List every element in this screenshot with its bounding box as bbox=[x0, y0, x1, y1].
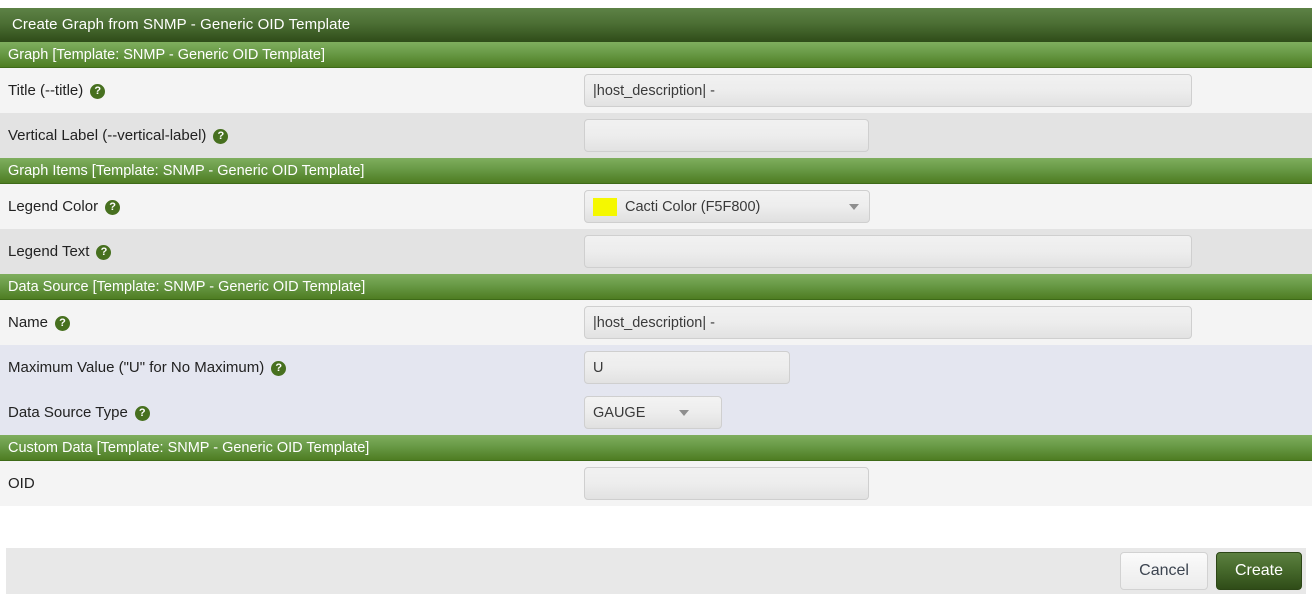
label-cell-maximum-value: Maximum Value ("U" for No Maximum) ? bbox=[0, 359, 584, 376]
field-cell-oid bbox=[584, 467, 1312, 500]
legend-color-value: Cacti Color (F5F800) bbox=[625, 198, 761, 215]
section-header-data-source: Data Source [Template: SNMP - Generic OI… bbox=[0, 274, 1312, 300]
help-icon-vertical-label[interactable]: ? bbox=[213, 129, 229, 144]
dialog-action-bar: Cancel Create bbox=[6, 548, 1306, 594]
dialog-title: Create Graph from SNMP - Generic OID Tem… bbox=[0, 8, 1312, 42]
field-cell-title bbox=[584, 74, 1312, 107]
data-source-type-select[interactable]: GAUGE bbox=[584, 396, 722, 429]
chevron-down-icon-legend-color[interactable] bbox=[849, 203, 859, 210]
data-source-type-value: GAUGE bbox=[593, 404, 646, 421]
create-graph-dialog: Create Graph from SNMP - Generic OID Tem… bbox=[0, 0, 1312, 600]
field-cell-name bbox=[584, 306, 1312, 339]
label-cell-legend-text: Legend Text ? bbox=[0, 243, 584, 260]
legend-text-input[interactable] bbox=[584, 235, 1192, 268]
field-cell-legend-color: Cacti Color (F5F800) bbox=[584, 190, 1312, 223]
field-cell-legend-text bbox=[584, 235, 1312, 268]
help-icon-title[interactable]: ? bbox=[90, 84, 106, 99]
section-header-graph-items: Graph Items [Template: SNMP - Generic OI… bbox=[0, 158, 1312, 184]
help-icon-maximum-value[interactable]: ? bbox=[271, 361, 287, 376]
form-row-maximum-value: Maximum Value ("U" for No Maximum) ? bbox=[0, 345, 1312, 390]
field-label-vertical-label: Vertical Label (--vertical-label) bbox=[8, 127, 207, 144]
chevron-down-icon-data-source-type[interactable] bbox=[679, 409, 690, 416]
field-label-data-source-type: Data Source Type bbox=[8, 404, 128, 421]
form-row-oid: OID bbox=[0, 461, 1312, 506]
section-header-graph: Graph [Template: SNMP - Generic OID Temp… bbox=[0, 42, 1312, 68]
title-input[interactable] bbox=[584, 74, 1192, 107]
label-cell-oid: OID bbox=[0, 475, 584, 492]
maximum-value-input[interactable] bbox=[584, 351, 790, 384]
form-row-name: Name ? bbox=[0, 300, 1312, 345]
vertical-label-input[interactable] bbox=[584, 119, 869, 152]
name-input[interactable] bbox=[584, 306, 1192, 339]
form-row-data-source-type: Data Source Type ? GAUGE bbox=[0, 390, 1312, 435]
label-cell-vertical-label: Vertical Label (--vertical-label) ? bbox=[0, 127, 584, 144]
label-cell-title: Title (--title) ? bbox=[0, 82, 584, 99]
create-button[interactable]: Create bbox=[1215, 552, 1302, 590]
help-icon-legend-text[interactable]: ? bbox=[96, 245, 112, 260]
cancel-button[interactable]: Cancel bbox=[1120, 552, 1208, 590]
form-row-legend-color: Legend Color ? Cacti Color (F5F800) bbox=[0, 184, 1312, 229]
field-label-maximum-value: Maximum Value ("U" for No Maximum) bbox=[8, 359, 265, 376]
help-icon-name[interactable]: ? bbox=[55, 316, 71, 331]
legend-color-select[interactable]: Cacti Color (F5F800) bbox=[584, 190, 870, 223]
field-label-legend-text: Legend Text bbox=[8, 243, 90, 260]
form-row-title: Title (--title) ? bbox=[0, 68, 1312, 113]
field-cell-data-source-type: GAUGE bbox=[584, 396, 1312, 429]
form-row-vertical-label: Vertical Label (--vertical-label) ? bbox=[0, 113, 1312, 158]
section-header-custom-data: Custom Data [Template: SNMP - Generic OI… bbox=[0, 435, 1312, 461]
help-icon-data-source-type[interactable]: ? bbox=[134, 406, 150, 421]
legend-color-swatch bbox=[593, 197, 617, 216]
field-cell-maximum-value bbox=[584, 351, 1312, 384]
help-icon-legend-color[interactable]: ? bbox=[105, 200, 121, 215]
field-label-oid: OID bbox=[8, 475, 35, 492]
label-cell-data-source-type: Data Source Type ? bbox=[0, 404, 584, 421]
form-row-legend-text: Legend Text ? bbox=[0, 229, 1312, 274]
field-label-legend-color: Legend Color bbox=[8, 198, 99, 215]
field-cell-vertical-label bbox=[584, 119, 1312, 152]
field-label-title: Title (--title) bbox=[8, 82, 84, 99]
label-cell-name: Name ? bbox=[0, 314, 584, 331]
field-label-name: Name bbox=[8, 314, 49, 331]
oid-input[interactable] bbox=[584, 467, 869, 500]
label-cell-legend-color: Legend Color ? bbox=[0, 198, 584, 215]
